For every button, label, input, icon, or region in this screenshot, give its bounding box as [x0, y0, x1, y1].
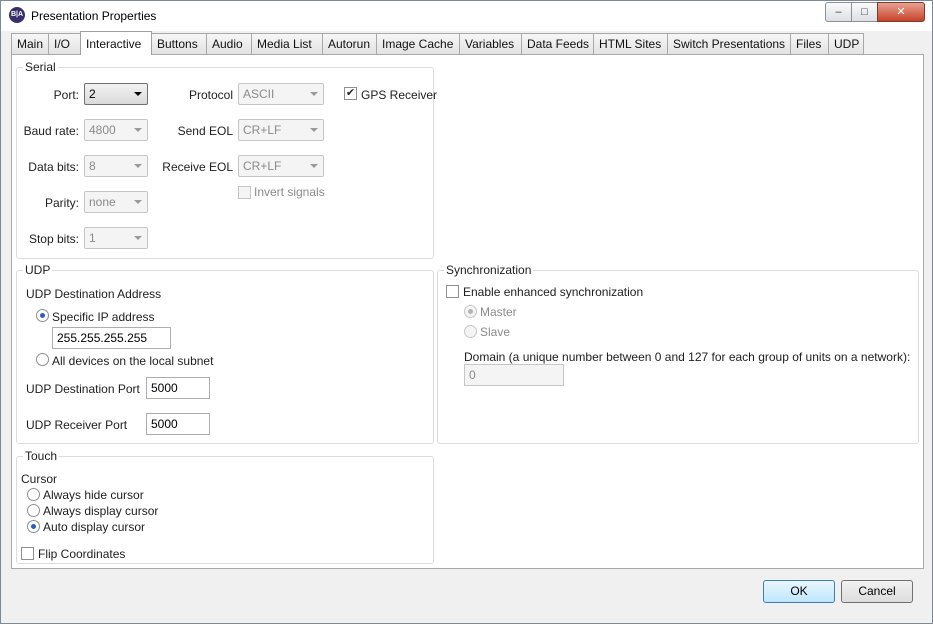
presentation-properties-window: B|A Presentation Properties – □ ✕ Main I… — [0, 0, 933, 624]
data-bits-select[interactable]: 8 — [84, 155, 148, 177]
tab-main[interactable]: Main — [11, 33, 49, 54]
cancel-button[interactable]: Cancel — [841, 580, 913, 603]
send-eol-select[interactable]: CR+LF — [238, 119, 324, 141]
specific-ip-radio[interactable] — [36, 309, 49, 322]
chevron-down-icon — [134, 200, 142, 204]
protocol-label: Protocol — [188, 88, 233, 102]
tab-audio[interactable]: Audio — [206, 33, 252, 54]
baud-rate-select[interactable]: 4800 — [84, 119, 148, 141]
all-devices-radio[interactable] — [36, 353, 49, 366]
touch-group-title: Touch — [23, 449, 60, 463]
chevron-down-icon — [134, 164, 142, 168]
udp-destination-port-input[interactable]: 5000 — [146, 377, 210, 399]
baud-rate-label: Baud rate: — [23, 124, 79, 138]
master-radio[interactable] — [464, 305, 477, 318]
udp-receiver-port-label: UDP Receiver Port — [26, 418, 128, 432]
ip-address-input[interactable]: 255.255.255.255 — [52, 327, 171, 349]
receive-eol-label: Receive EOL — [162, 160, 233, 174]
gps-receiver-checkbox[interactable]: ✔ — [344, 87, 357, 100]
touch-group: Touch Cursor Always hide cursor Always d… — [16, 449, 434, 564]
send-eol-value: CR+LF — [243, 123, 282, 137]
flip-coordinates-label: Flip Coordinates — [38, 547, 126, 561]
always-display-cursor-label: Always display cursor — [43, 504, 159, 518]
domain-input[interactable]: 0 — [464, 364, 564, 386]
tab-files[interactable]: Files — [790, 33, 829, 54]
radio-selected-dot — [468, 309, 473, 314]
minimize-button[interactable]: – — [825, 2, 852, 22]
invert-signals-label: Invert signals — [254, 185, 325, 199]
close-button[interactable]: ✕ — [877, 2, 925, 22]
tab-media-list[interactable]: Media List — [251, 33, 323, 54]
chevron-down-icon — [310, 92, 318, 96]
receive-eol-select[interactable]: CR+LF — [238, 155, 324, 177]
tab-switch-presentations[interactable]: Switch Presentations — [667, 33, 791, 54]
radio-selected-dot — [31, 524, 36, 529]
auto-display-cursor-radio[interactable] — [27, 520, 40, 533]
udp-destination-address-label: UDP Destination Address — [26, 287, 162, 301]
udp-receiver-port-input[interactable]: 5000 — [146, 413, 210, 435]
specific-ip-label: Specific IP address — [52, 310, 155, 324]
baud-rate-value: 4800 — [89, 123, 116, 137]
chevron-down-icon — [310, 128, 318, 132]
serial-group-title: Serial — [23, 60, 58, 74]
tab-html-sites[interactable]: HTML Sites — [593, 33, 668, 54]
invert-signals-checkbox[interactable] — [238, 186, 251, 199]
radio-selected-dot — [40, 313, 45, 318]
chevron-down-icon — [134, 128, 142, 132]
parity-value: none — [89, 195, 116, 209]
port-select[interactable]: 2 — [84, 83, 148, 105]
tab-buttons[interactable]: Buttons — [151, 33, 207, 54]
domain-label: Domain (a unique number between 0 and 12… — [464, 350, 911, 364]
udp-group: UDP UDP Destination Address Specific IP … — [16, 263, 434, 444]
chevron-down-icon — [310, 164, 318, 168]
chevron-down-icon — [134, 92, 142, 96]
udp-destination-port-label: UDP Destination Port — [26, 382, 140, 396]
udp-group-title: UDP — [23, 263, 53, 277]
receive-eol-value: CR+LF — [243, 159, 282, 173]
auto-display-cursor-label: Auto display cursor — [43, 520, 146, 534]
ok-button[interactable]: OK — [763, 580, 835, 603]
maximize-button[interactable]: □ — [851, 2, 878, 22]
tab-autorun[interactable]: Autorun — [322, 33, 377, 54]
all-devices-label: All devices on the local subnet — [52, 354, 214, 368]
gps-receiver-label: GPS Receiver — [361, 88, 438, 102]
master-label: Master — [480, 305, 517, 319]
tab-udp[interactable]: UDP — [828, 33, 864, 54]
cursor-label: Cursor — [21, 472, 58, 486]
parity-label: Parity: — [44, 196, 79, 210]
enable-enhanced-sync-checkbox[interactable] — [446, 285, 459, 298]
tab-image-cache[interactable]: Image Cache — [376, 33, 460, 54]
tab-variables[interactable]: Variables — [459, 33, 522, 54]
stop-bits-value: 1 — [89, 231, 96, 245]
stop-bits-select[interactable]: 1 — [84, 227, 148, 249]
slave-label: Slave — [480, 325, 511, 339]
app-icon: B|A — [9, 7, 25, 23]
parity-select[interactable]: none — [84, 191, 148, 213]
interactive-tab-panel: Serial Port: 2 Baud rate: 4800 Data bits… — [11, 54, 924, 569]
protocol-value: ASCII — [243, 87, 275, 101]
flip-coordinates-checkbox[interactable] — [21, 547, 34, 560]
send-eol-label: Send EOL — [177, 124, 233, 138]
protocol-select[interactable]: ASCII — [238, 83, 324, 105]
always-hide-cursor-radio[interactable] — [27, 488, 40, 501]
chevron-down-icon — [134, 236, 142, 240]
stop-bits-label: Stop bits: — [28, 232, 79, 246]
slave-radio[interactable] — [464, 325, 477, 338]
data-bits-value: 8 — [89, 159, 96, 173]
port-label: Port: — [53, 88, 79, 102]
window-title: Presentation Properties — [31, 9, 157, 23]
tab-io[interactable]: I/O — [48, 33, 81, 54]
title-bar[interactable]: B|A Presentation Properties – □ ✕ — [1, 1, 932, 31]
synchronization-group: Synchronization Enable enhanced synchron… — [437, 263, 919, 444]
port-value: 2 — [89, 87, 96, 101]
data-bits-label: Data bits: — [28, 160, 79, 174]
enable-enhanced-sync-label: Enable enhanced synchronization — [463, 285, 644, 299]
synchronization-group-title: Synchronization — [444, 263, 534, 277]
tab-interactive[interactable]: Interactive — [80, 31, 152, 55]
always-display-cursor-radio[interactable] — [27, 504, 40, 517]
always-hide-cursor-label: Always hide cursor — [43, 488, 144, 502]
tab-data-feeds[interactable]: Data Feeds — [521, 33, 594, 54]
serial-group: Serial Port: 2 Baud rate: 4800 Data bits… — [16, 60, 438, 259]
